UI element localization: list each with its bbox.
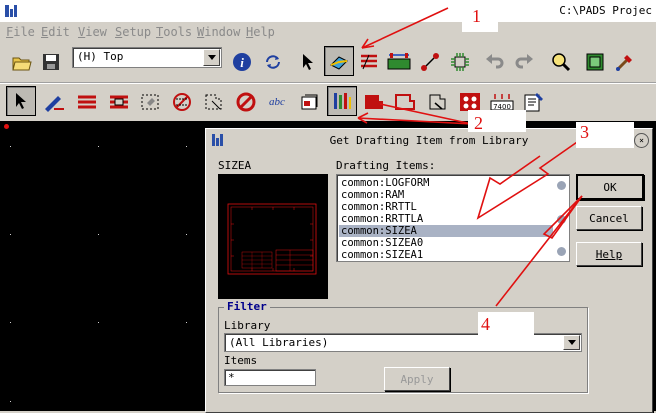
board-icon[interactable]: [581, 48, 609, 76]
list-item[interactable]: common:RRTTLA: [341, 213, 551, 225]
filter-label: Filter: [224, 300, 270, 313]
modeless-icon[interactable]: [40, 88, 68, 116]
help-button-label: Help: [595, 247, 623, 261]
menu-bar: File Edit View Setup Tools Window Help: [0, 22, 656, 42]
menu-file[interactable]: File: [6, 25, 35, 39]
annotation-label-4: 4: [481, 314, 490, 334]
drafting-items-label: Drafting Items:: [336, 159, 436, 172]
drafting-items-list[interactable]: common:LOGFORM common:RAM common:RRTTL c…: [336, 174, 570, 262]
origin-marker: [4, 124, 9, 129]
redo-icon[interactable]: [510, 48, 538, 76]
list-item[interactable]: common:SIZEA1: [341, 249, 551, 261]
scroll-down-icon[interactable]: [557, 247, 566, 256]
list-item[interactable]: common:SIZEA0: [341, 237, 551, 249]
board-outline-icon[interactable]: [136, 88, 164, 116]
svg-text:abc: abc: [269, 96, 285, 108]
apply-button[interactable]: Apply: [384, 367, 450, 391]
copper-pour-icon[interactable]: [360, 88, 388, 116]
sizea-sheet-preview: [227, 203, 317, 275]
grid-dot: [10, 401, 11, 402]
grid-dot: [98, 146, 99, 147]
list-item[interactable]: common:RAM: [341, 189, 551, 201]
menu-view[interactable]: View: [78, 25, 107, 39]
grid-dot: [10, 234, 11, 235]
list-item[interactable]: common:RRTTL: [341, 201, 551, 213]
zoom-icon[interactable]: [547, 48, 575, 76]
library-label: Library: [224, 319, 271, 332]
list-item-selected[interactable]: common:SIZEA: [339, 225, 553, 237]
item-preview: [218, 174, 328, 299]
annotation-label-3: 3: [580, 122, 589, 142]
grid-dot: [98, 234, 99, 235]
refresh-icon[interactable]: [259, 48, 287, 76]
eco-toolbar-icon[interactable]: [416, 48, 444, 76]
svg-text:i: i: [240, 55, 244, 70]
items-field-label: Items: [224, 354, 258, 367]
menu-tools[interactable]: Tools: [156, 25, 192, 39]
copper-cutout-icon[interactable]: [105, 88, 133, 116]
get-drafting-item-dialog: Get Drafting Item from Library × SIZEA D…: [205, 128, 653, 413]
list-item[interactable]: common:LOGFORM: [341, 177, 551, 189]
text-icon[interactable]: abc: [263, 88, 291, 116]
grid-dot: [186, 234, 187, 235]
from-library-icon[interactable]: [296, 88, 324, 116]
bga-toolbar-icon[interactable]: [446, 48, 474, 76]
cancel-button[interactable]: Cancel: [576, 206, 642, 230]
menu-help[interactable]: Help: [246, 25, 275, 39]
select-mode-icon[interactable]: [6, 86, 36, 116]
hatch-icon[interactable]: [200, 88, 228, 116]
menu-setup[interactable]: Setup: [115, 25, 151, 39]
library-value: (All Libraries): [229, 336, 329, 349]
help-button[interactable]: Help: [576, 242, 642, 266]
open-icon[interactable]: [8, 48, 36, 76]
copper-icon[interactable]: [73, 88, 101, 116]
app-icon: [5, 5, 17, 17]
grid-dot: [10, 146, 11, 147]
layer-dropdown[interactable]: (H) Top: [72, 47, 222, 68]
drafting-item-icon[interactable]: [327, 86, 357, 116]
menu-edit[interactable]: Edit: [41, 25, 70, 39]
grid-dot: [98, 322, 99, 323]
plane-area-icon[interactable]: [391, 88, 419, 116]
dimension-toolbar-icon[interactable]: [385, 48, 413, 76]
drafting-toolbar-icon[interactable]: [324, 46, 354, 76]
chevron-down-icon[interactable]: [563, 335, 580, 350]
chevron-down-icon[interactable]: [203, 49, 220, 66]
close-icon[interactable]: ×: [634, 133, 649, 148]
save-icon[interactable]: [37, 48, 65, 76]
scroll-thumb[interactable]: [557, 215, 566, 224]
auto-dimension-icon[interactable]: [424, 88, 452, 116]
grid-dot: [186, 146, 187, 147]
preview-label: SIZEA: [218, 159, 252, 172]
undo-icon[interactable]: [481, 48, 509, 76]
annotation-label-1: 1: [472, 6, 481, 26]
keepout-icon[interactable]: [168, 88, 196, 116]
info-icon[interactable]: i: [228, 48, 256, 76]
items-filter-input[interactable]: [224, 369, 316, 386]
select-icon[interactable]: [294, 48, 322, 76]
ok-button[interactable]: OK: [576, 174, 644, 200]
grid-dot: [186, 322, 187, 323]
window-title: C:\PADS Projec: [559, 4, 652, 17]
grid-dot: [10, 322, 11, 323]
prohibit-icon[interactable]: [232, 88, 260, 116]
scroll-up-icon[interactable]: [557, 181, 566, 190]
menu-window[interactable]: Window: [197, 25, 240, 39]
settings-icon[interactable]: [611, 48, 639, 76]
design-toolbar-icon[interactable]: [356, 48, 384, 76]
annotation-label-2: 2: [474, 113, 483, 133]
title-bar: C:\PADS Projec: [0, 0, 656, 22]
layer-value: (H) Top: [77, 50, 124, 63]
